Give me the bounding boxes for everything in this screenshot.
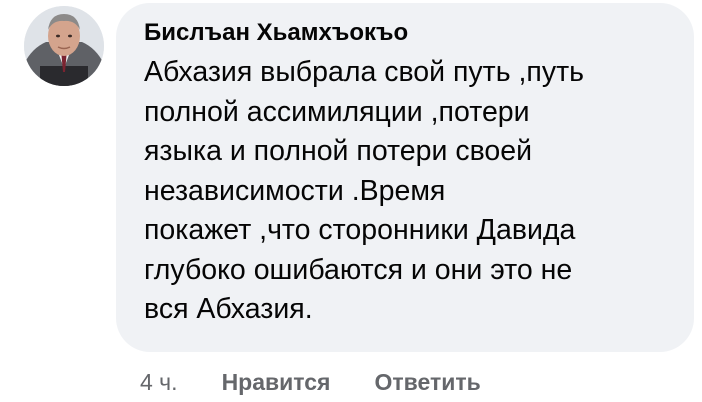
comment-bubble: Бислъан Хьамхъокъо Абхазия выбрала свой … — [116, 3, 694, 352]
comment-text: Абхазия выбрала свой путь ,путь полной а… — [144, 56, 584, 325]
profile-photo-icon — [24, 6, 104, 86]
comment-timestamp[interactable]: 4 ч. — [140, 369, 178, 396]
comment-actions: 4 ч. Нравится Ответить — [140, 365, 525, 399]
comment-author-name[interactable]: Бислъан Хьамхъокъо — [144, 19, 670, 47]
author-avatar[interactable] — [24, 6, 104, 86]
like-button[interactable]: Нравится — [222, 369, 331, 396]
reply-button[interactable]: Ответить — [374, 369, 480, 396]
